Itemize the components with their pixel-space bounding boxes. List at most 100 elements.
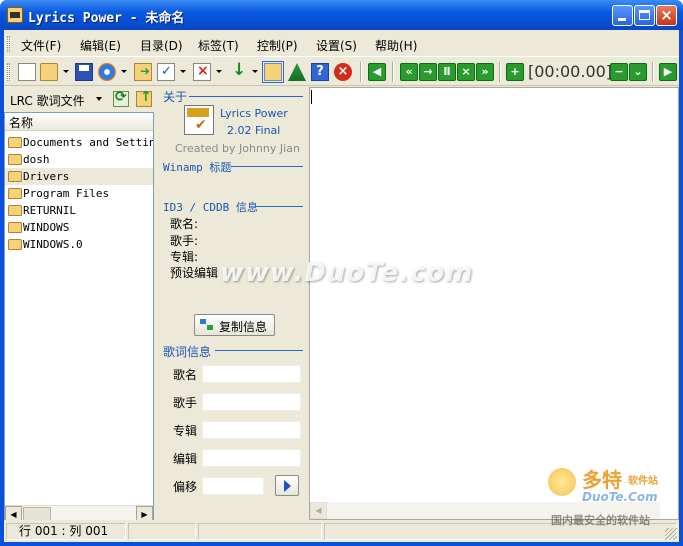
list-item-label: dosh <box>23 153 50 166</box>
tree-icon[interactable] <box>288 63 306 81</box>
chevron-down-icon <box>96 97 102 101</box>
folder-list[interactable]: 名称 Documents and Settings dosh Drivers Prog… <box>4 112 154 523</box>
menubar-grip[interactable] <box>7 36 10 52</box>
maximize-button[interactable] <box>634 5 655 26</box>
save-icon[interactable] <box>75 63 93 81</box>
fast-forward-icon[interactable]: » <box>476 63 494 81</box>
preset-edit-label: 预设编辑 <box>170 266 219 280</box>
open-file-icon[interactable] <box>40 63 58 81</box>
time-readout: [00:00.00] <box>528 62 613 81</box>
new-file-icon[interactable] <box>18 63 36 81</box>
list-item-label: RETURNIL <box>23 204 76 217</box>
stop-icon[interactable]: × <box>334 63 352 81</box>
disc-dropdown-icon[interactable] <box>121 70 127 73</box>
copy-info-button[interactable]: 复制信息 <box>194 314 275 336</box>
menu-file[interactable]: 文件(F) <box>21 37 61 54</box>
folder-icon <box>8 171 22 182</box>
delete-icon[interactable] <box>193 63 211 81</box>
lyrics-info-section-title: 歌词信息 <box>163 345 212 359</box>
menu-directory[interactable]: 目录(D) <box>140 37 183 54</box>
file-type-select[interactable]: LRC 歌词文件 <box>6 89 104 109</box>
list-item[interactable]: Drivers <box>5 168 153 185</box>
time-dropdown-icon[interactable]: ⌄ <box>629 63 647 81</box>
list-item[interactable]: Documents and Settings <box>5 134 153 151</box>
lyrics-title-input[interactable] <box>202 365 301 383</box>
minimize-button[interactable] <box>612 5 633 26</box>
add-tag-icon[interactable]: + <box>506 63 524 81</box>
rewind-icon[interactable]: « <box>400 63 418 81</box>
list-item[interactable]: WINDOWS.0 <box>5 236 153 253</box>
prev-line-icon[interactable]: ◀ <box>368 63 386 81</box>
watermark-logo-en: DuoTe.Com <box>582 490 658 504</box>
file-type-value: LRC 歌词文件 <box>10 94 85 108</box>
list-item[interactable]: dosh <box>5 151 153 168</box>
check-dropdown-icon[interactable] <box>180 70 186 73</box>
disc-icon[interactable] <box>98 63 116 81</box>
id3-album-label: 专辑: <box>170 250 199 264</box>
toolbar-grip[interactable] <box>7 63 10 81</box>
list-item-label: WINDOWS <box>23 221 70 234</box>
menu-tags[interactable]: 标签(T) <box>198 37 239 54</box>
sort-dropdown-icon[interactable] <box>252 70 258 73</box>
refresh-icon[interactable] <box>113 89 129 107</box>
lyrics-title-label: 歌名 <box>173 368 198 382</box>
folder-icon <box>8 154 22 165</box>
minimize-icon <box>618 18 626 21</box>
lyrics-editor[interactable]: ◀ <box>309 87 679 520</box>
open-dropdown-icon[interactable] <box>63 70 69 73</box>
watermark-logo: 多特 软件站 DuoTe.Com 国内最安全的软件站 <box>548 462 678 532</box>
check-icon[interactable] <box>157 63 175 81</box>
lyrics-artist-input[interactable] <box>202 393 301 411</box>
copy-info-label: 复制信息 <box>219 320 268 334</box>
toolbar-separator <box>360 62 362 82</box>
menu-edit[interactable]: 编辑(E) <box>80 37 121 54</box>
lyrics-artist-label: 歌手 <box>173 396 198 410</box>
list-item[interactable]: RETURNIL <box>5 202 153 219</box>
toolbar-separator <box>392 62 394 82</box>
sort-down-icon[interactable] <box>228 60 246 81</box>
app-icon[interactable] <box>7 7 23 23</box>
close-button[interactable]: × <box>656 5 677 26</box>
menu-control[interactable]: 控制(P) <box>257 37 298 54</box>
menu-help[interactable]: 帮助(H) <box>375 37 417 54</box>
lyrics-editor-input[interactable] <box>202 449 301 467</box>
list-item[interactable]: WINDOWS <box>5 219 153 236</box>
filter-row: LRC 歌词文件 <box>6 89 154 109</box>
section-divider <box>189 96 303 97</box>
lyrics-offset-label: 偏移 <box>173 480 198 494</box>
play-icon[interactable]: → <box>419 63 437 81</box>
folder-icon <box>8 205 22 216</box>
status-cell-2 <box>128 523 196 540</box>
editor-scroll-left-icon[interactable]: ◀ <box>310 502 327 519</box>
section-divider <box>231 166 303 167</box>
copy-icon <box>200 319 214 331</box>
parent-folder-icon[interactable] <box>136 89 152 107</box>
section-divider <box>215 350 303 351</box>
lyrics-album-label: 专辑 <box>173 424 198 438</box>
folder-icon <box>8 188 22 199</box>
app-name: Lyrics Power <box>220 107 288 120</box>
list-item[interactable]: Program Files <box>5 185 153 202</box>
list-item-label: Program Files <box>23 187 110 200</box>
delete-dropdown-icon[interactable] <box>216 70 222 73</box>
lyrics-album-input[interactable] <box>202 421 301 439</box>
export-icon[interactable] <box>134 63 152 81</box>
apply-offset-button[interactable] <box>275 475 299 496</box>
about-section-title: 关于 <box>163 90 188 104</box>
stop-playback-icon[interactable]: × <box>457 63 475 81</box>
pause-icon[interactable]: Ⅱ <box>438 63 456 81</box>
folder-icon <box>8 137 22 148</box>
cursor-position: 行 001 : 列 001 <box>6 523 126 540</box>
folder-rows: Documents and Settings dosh Drivers Program… <box>5 134 153 253</box>
browse-folder-icon[interactable] <box>262 61 284 83</box>
decrease-time-icon[interactable]: − <box>610 63 628 81</box>
menu-settings[interactable]: 设置(S) <box>316 37 357 54</box>
next-line-icon[interactable]: ▶ <box>659 63 677 81</box>
help-icon[interactable]: ? <box>311 63 329 81</box>
title-bar[interactable]: Lyrics Power - 未命名 × <box>0 0 683 30</box>
column-header-name[interactable]: 名称 <box>5 113 153 131</box>
list-item-label: WINDOWS.0 <box>23 238 83 251</box>
lyrics-offset-input[interactable] <box>202 477 264 495</box>
app-version: 2.02 Final <box>227 124 281 137</box>
folder-icon <box>8 239 22 250</box>
